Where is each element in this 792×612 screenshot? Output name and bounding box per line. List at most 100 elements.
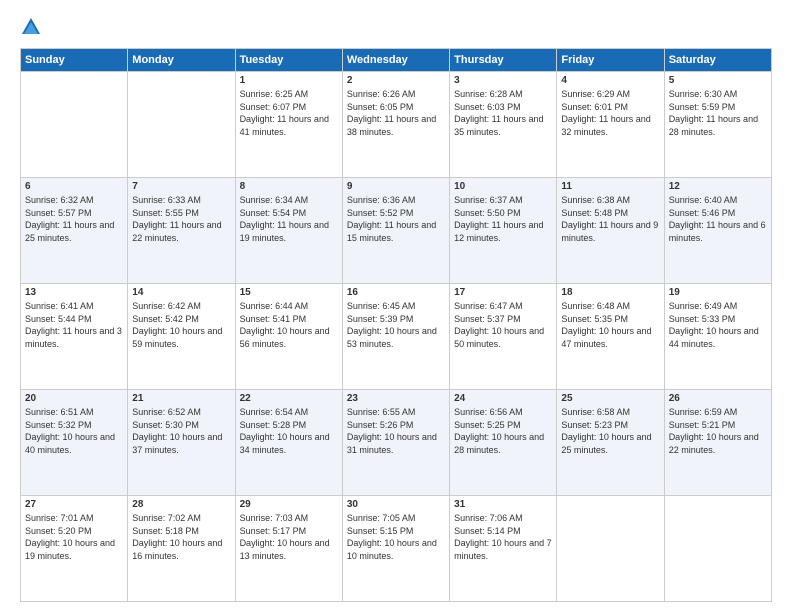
weekday-header-saturday: Saturday [664,49,771,72]
day-info: Sunrise: 6:54 AMSunset: 5:28 PMDaylight:… [240,406,338,456]
day-number: 27 [25,499,123,510]
day-number: 28 [132,499,230,510]
day-number: 7 [132,181,230,192]
day-info: Sunrise: 6:45 AMSunset: 5:39 PMDaylight:… [347,300,445,350]
calendar-cell: 15 Sunrise: 6:44 AMSunset: 5:41 PMDayligh… [235,284,342,390]
day-info: Sunrise: 6:48 AMSunset: 5:35 PMDaylight:… [561,300,659,350]
calendar-cell: 5 Sunrise: 6:30 AMSunset: 5:59 PMDaylight… [664,72,771,178]
calendar-cell: 29Sunrise: 7:03 AMSunset: 5:17 PMDayligh… [235,496,342,602]
weekday-header-tuesday: Tuesday [235,49,342,72]
calendar-cell: 3Sunrise: 6:28 AMSunset: 6:03 PMDaylight… [450,72,557,178]
day-info: Sunrise: 6:59 AMSunset: 5:21 PMDaylight:… [669,406,767,456]
day-info: Sunrise: 6:58 AMSunset: 5:23 PMDaylight:… [561,406,659,456]
day-number: 4 [561,75,659,86]
day-info: Sunrise: 7:02 AMSunset: 5:18 PMDaylight:… [132,512,230,562]
day-number: 9 [347,181,445,192]
day-number: 13 [25,287,123,298]
calendar-cell: 6Sunrise: 6:32 AMSunset: 5:57 PMDaylight… [21,178,128,284]
calendar-week-4: 20 Sunrise: 6:51 AMSunset: 5:32 PMDayligh… [21,390,772,496]
day-info: Sunrise: 7:03 AMSunset: 5:17 PMDaylight:… [240,512,338,562]
day-info: Sunrise: 6:41 AMSunset: 5:44 PMDaylight:… [25,300,123,350]
day-number: 22 [240,393,338,404]
calendar-cell: 27 Sunrise: 7:01 AMSunset: 5:20 PMDayligh… [21,496,128,602]
day-info: Sunrise: 7:06 AMSunset: 5:14 PMDaylight:… [454,512,552,562]
calendar-cell: 12 Sunrise: 6:40 AMSunset: 5:46 PMDayligh… [664,178,771,284]
header [20,16,772,38]
day-number: 2 [347,75,445,86]
day-number: 18 [561,287,659,298]
day-number: 5 [669,75,767,86]
calendar-cell: 13 Sunrise: 6:41 AMSunset: 5:44 PMDayligh… [21,284,128,390]
day-number: 8 [240,181,338,192]
calendar-cell: 17 Sunrise: 6:47 AMSunset: 5:37 PMDayligh… [450,284,557,390]
calendar-cell: 10 Sunrise: 6:37 AMSunset: 5:50 PMDayligh… [450,178,557,284]
calendar-cell: 2 Sunrise: 6:26 AMSunset: 6:05 PMDaylight… [342,72,449,178]
day-info: Sunrise: 6:51 AMSunset: 5:32 PMDaylight:… [25,406,123,456]
day-info: Sunrise: 7:05 AMSunset: 5:15 PMDaylight:… [347,512,445,562]
page: SundayMondayTuesdayWednesdayThursdayFrid… [0,0,792,612]
day-number: 17 [454,287,552,298]
calendar-cell: 1Sunrise: 6:25 AMSunset: 6:07 PMDaylight… [235,72,342,178]
calendar-cell: 19Sunrise: 6:49 AMSunset: 5:33 PMDayligh… [664,284,771,390]
day-number: 25 [561,393,659,404]
calendar-cell: 22 Sunrise: 6:54 AMSunset: 5:28 PMDayligh… [235,390,342,496]
day-info: Sunrise: 6:36 AMSunset: 5:52 PMDaylight:… [347,194,445,244]
calendar-cell: 18 Sunrise: 6:48 AMSunset: 5:35 PMDayligh… [557,284,664,390]
logo-icon [20,16,42,38]
day-info: Sunrise: 6:33 AMSunset: 5:55 PMDaylight:… [132,194,230,244]
calendar-cell: 4 Sunrise: 6:29 AMSunset: 6:01 PMDaylight… [557,72,664,178]
day-number: 26 [669,393,767,404]
calendar-week-5: 27 Sunrise: 7:01 AMSunset: 5:20 PMDayligh… [21,496,772,602]
calendar-header-row: SundayMondayTuesdayWednesdayThursdayFrid… [21,49,772,72]
calendar-cell: 30 Sunrise: 7:05 AMSunset: 5:15 PMDayligh… [342,496,449,602]
weekday-header-thursday: Thursday [450,49,557,72]
calendar-week-2: 6Sunrise: 6:32 AMSunset: 5:57 PMDaylight… [21,178,772,284]
calendar-cell [664,496,771,602]
calendar-week-1: 1Sunrise: 6:25 AMSunset: 6:07 PMDaylight… [21,72,772,178]
day-number: 20 [25,393,123,404]
calendar-cell: 14Sunrise: 6:42 AMSunset: 5:42 PMDayligh… [128,284,235,390]
day-info: Sunrise: 7:01 AMSunset: 5:20 PMDaylight:… [25,512,123,562]
day-number: 6 [25,181,123,192]
day-number: 23 [347,393,445,404]
day-info: Sunrise: 6:40 AMSunset: 5:46 PMDaylight:… [669,194,767,244]
day-number: 24 [454,393,552,404]
calendar-cell: 25 Sunrise: 6:58 AMSunset: 5:23 PMDayligh… [557,390,664,496]
day-info: Sunrise: 6:25 AMSunset: 6:07 PMDaylight:… [240,88,338,138]
day-info: Sunrise: 6:37 AMSunset: 5:50 PMDaylight:… [454,194,552,244]
day-info: Sunrise: 6:52 AMSunset: 5:30 PMDaylight:… [132,406,230,456]
day-info: Sunrise: 6:29 AMSunset: 6:01 PMDaylight:… [561,88,659,138]
day-info: Sunrise: 6:55 AMSunset: 5:26 PMDaylight:… [347,406,445,456]
day-info: Sunrise: 6:44 AMSunset: 5:41 PMDaylight:… [240,300,338,350]
day-info: Sunrise: 6:42 AMSunset: 5:42 PMDaylight:… [132,300,230,350]
calendar-cell [557,496,664,602]
day-info: Sunrise: 6:26 AMSunset: 6:05 PMDaylight:… [347,88,445,138]
day-info: Sunrise: 6:49 AMSunset: 5:33 PMDaylight:… [669,300,767,350]
weekday-header-monday: Monday [128,49,235,72]
day-number: 12 [669,181,767,192]
day-number: 21 [132,393,230,404]
day-number: 3 [454,75,552,86]
day-info: Sunrise: 6:47 AMSunset: 5:37 PMDaylight:… [454,300,552,350]
calendar-cell [21,72,128,178]
day-number: 16 [347,287,445,298]
day-number: 11 [561,181,659,192]
day-info: Sunrise: 6:34 AMSunset: 5:54 PMDaylight:… [240,194,338,244]
day-number: 15 [240,287,338,298]
weekday-header-wednesday: Wednesday [342,49,449,72]
calendar-cell: 16 Sunrise: 6:45 AMSunset: 5:39 PMDayligh… [342,284,449,390]
weekday-header-sunday: Sunday [21,49,128,72]
calendar-cell [128,72,235,178]
calendar-cell: 26 Sunrise: 6:59 AMSunset: 5:21 PMDayligh… [664,390,771,496]
calendar-cell: 31 Sunrise: 7:06 AMSunset: 5:14 PMDayligh… [450,496,557,602]
day-info: Sunrise: 6:30 AMSunset: 5:59 PMDaylight:… [669,88,767,138]
day-info: Sunrise: 6:56 AMSunset: 5:25 PMDaylight:… [454,406,552,456]
calendar-cell: 8 Sunrise: 6:34 AMSunset: 5:54 PMDaylight… [235,178,342,284]
logo [20,16,46,38]
day-number: 31 [454,499,552,510]
calendar-week-3: 13 Sunrise: 6:41 AMSunset: 5:44 PMDayligh… [21,284,772,390]
day-number: 10 [454,181,552,192]
calendar-cell: 23 Sunrise: 6:55 AMSunset: 5:26 PMDayligh… [342,390,449,496]
day-number: 30 [347,499,445,510]
calendar-cell: 21 Sunrise: 6:52 AMSunset: 5:30 PMDayligh… [128,390,235,496]
